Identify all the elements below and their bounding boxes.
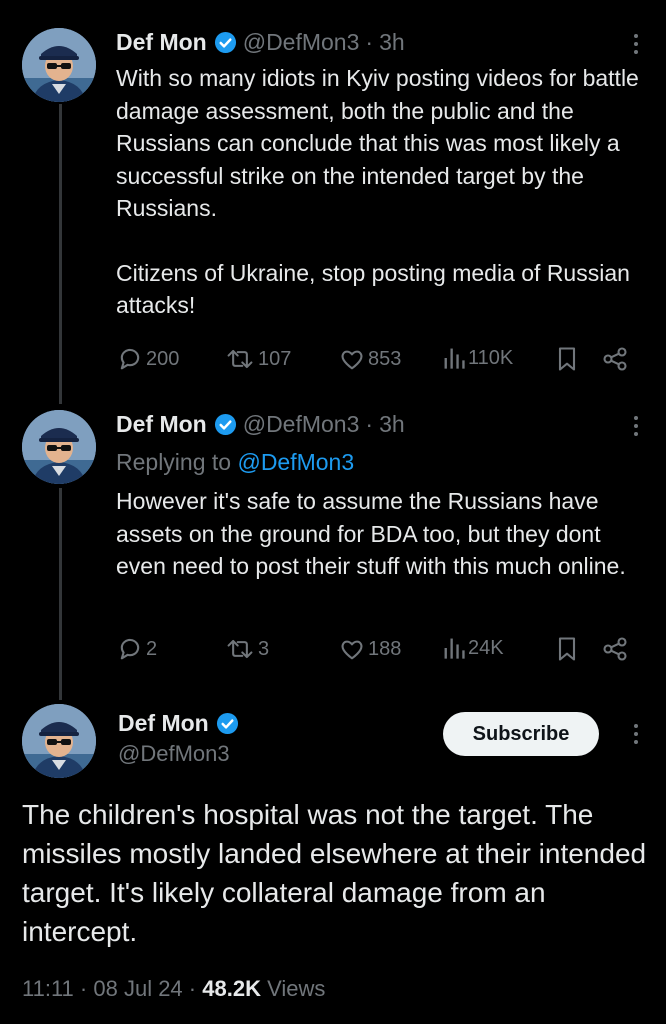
reply-icon bbox=[120, 638, 140, 660]
views-icon bbox=[444, 348, 465, 369]
display-name[interactable]: Def Mon bbox=[118, 710, 209, 737]
tweet-date[interactable]: 08 Jul 24 bbox=[93, 976, 182, 1001]
more-icon[interactable] bbox=[632, 724, 640, 744]
bookmark-icon bbox=[558, 637, 576, 661]
share-button[interactable] bbox=[601, 635, 629, 663]
more-icon[interactable] bbox=[632, 416, 640, 436]
reply-count: 2 bbox=[146, 637, 158, 660]
user-handle[interactable]: @DefMon3 bbox=[243, 28, 360, 56]
replying-to: Replying to @DefMon3 bbox=[116, 448, 354, 476]
bookmark-button[interactable] bbox=[556, 635, 578, 663]
tweet-meta: 11:11 · 08 Jul 24 · 48.2K Views bbox=[22, 976, 325, 1002]
share-icon bbox=[603, 637, 627, 661]
separator: · bbox=[365, 411, 374, 437]
reply-icon bbox=[120, 348, 140, 370]
repost-icon bbox=[227, 349, 253, 369]
tweet-header: Def Mon @DefMon3 · 3h bbox=[116, 410, 405, 438]
tweet-paragraph: Citizens of Ukraine, stop posting media … bbox=[116, 259, 637, 319]
repost-count: 107 bbox=[258, 347, 292, 370]
user-handle[interactable]: @DefMon3 bbox=[118, 741, 230, 767]
repost-count: 3 bbox=[258, 637, 270, 660]
thread-line bbox=[59, 104, 62, 404]
separator: · bbox=[79, 976, 88, 1001]
like-icon bbox=[341, 350, 363, 370]
replying-mention-link[interactable]: @DefMon3 bbox=[237, 449, 354, 475]
share-icon bbox=[603, 347, 627, 371]
action-bar: 2 3 188 24K bbox=[116, 635, 636, 665]
repost-button[interactable]: 107 bbox=[224, 345, 291, 373]
views-label: Views bbox=[267, 976, 326, 1001]
share-button[interactable] bbox=[601, 345, 629, 373]
verified-badge-icon bbox=[216, 712, 238, 735]
display-name[interactable]: Def Mon bbox=[116, 28, 207, 56]
like-button[interactable]: 853 bbox=[338, 345, 401, 373]
more-icon[interactable] bbox=[632, 34, 640, 54]
tweet-time[interactable]: 11:11 bbox=[22, 976, 74, 1001]
avatar[interactable] bbox=[22, 704, 96, 778]
like-count: 188 bbox=[368, 637, 402, 660]
user-handle[interactable]: @DefMon3 bbox=[243, 410, 360, 438]
timestamp[interactable]: 3h bbox=[379, 410, 405, 438]
display-name[interactable]: Def Mon bbox=[116, 410, 207, 438]
repost-button[interactable]: 3 bbox=[224, 635, 269, 663]
subscribe-button[interactable]: Subscribe bbox=[443, 712, 599, 756]
views-count[interactable]: 48.2K bbox=[202, 976, 261, 1001]
verified-badge-icon bbox=[214, 31, 236, 53]
thread-line bbox=[59, 488, 62, 700]
tweet-text: With so many idiots in Kyiv posting vide… bbox=[116, 62, 646, 322]
avatar[interactable] bbox=[22, 410, 96, 484]
separator: · bbox=[365, 29, 374, 55]
avatar[interactable] bbox=[22, 28, 96, 102]
reply-count: 200 bbox=[146, 347, 180, 370]
tweet-header: Def Mon @DefMon3 · 3h bbox=[116, 28, 405, 56]
tweet-text: However it's safe to assume the Russians… bbox=[116, 485, 646, 583]
views-count: 24K bbox=[468, 636, 504, 659]
tweet-paragraph: However it's safe to assume the Russians… bbox=[116, 488, 626, 579]
bookmark-icon bbox=[558, 347, 576, 371]
verified-badge-icon bbox=[214, 413, 236, 435]
like-button[interactable]: 188 bbox=[338, 635, 401, 663]
action-bar: 200 107 853 110K bbox=[116, 345, 636, 375]
replying-label: Replying to bbox=[116, 449, 232, 475]
like-count: 853 bbox=[368, 347, 402, 370]
timestamp[interactable]: 3h bbox=[379, 28, 405, 56]
views-count: 110K bbox=[468, 346, 514, 369]
views-icon bbox=[444, 638, 465, 659]
tweet-paragraph: With so many idiots in Kyiv posting vide… bbox=[116, 65, 646, 221]
display-name-row: Def Mon bbox=[118, 710, 245, 737]
separator: · bbox=[188, 976, 197, 1001]
views-button[interactable]: 110K bbox=[442, 345, 513, 371]
like-icon bbox=[341, 640, 363, 660]
bookmark-button[interactable] bbox=[556, 345, 578, 373]
main-tweet-text: The children's hospital was not the targ… bbox=[22, 799, 647, 947]
reply-button[interactable]: 200 bbox=[116, 345, 179, 373]
views-button[interactable]: 24K bbox=[442, 635, 504, 661]
repost-icon bbox=[227, 639, 253, 659]
reply-button[interactable]: 2 bbox=[116, 635, 157, 663]
